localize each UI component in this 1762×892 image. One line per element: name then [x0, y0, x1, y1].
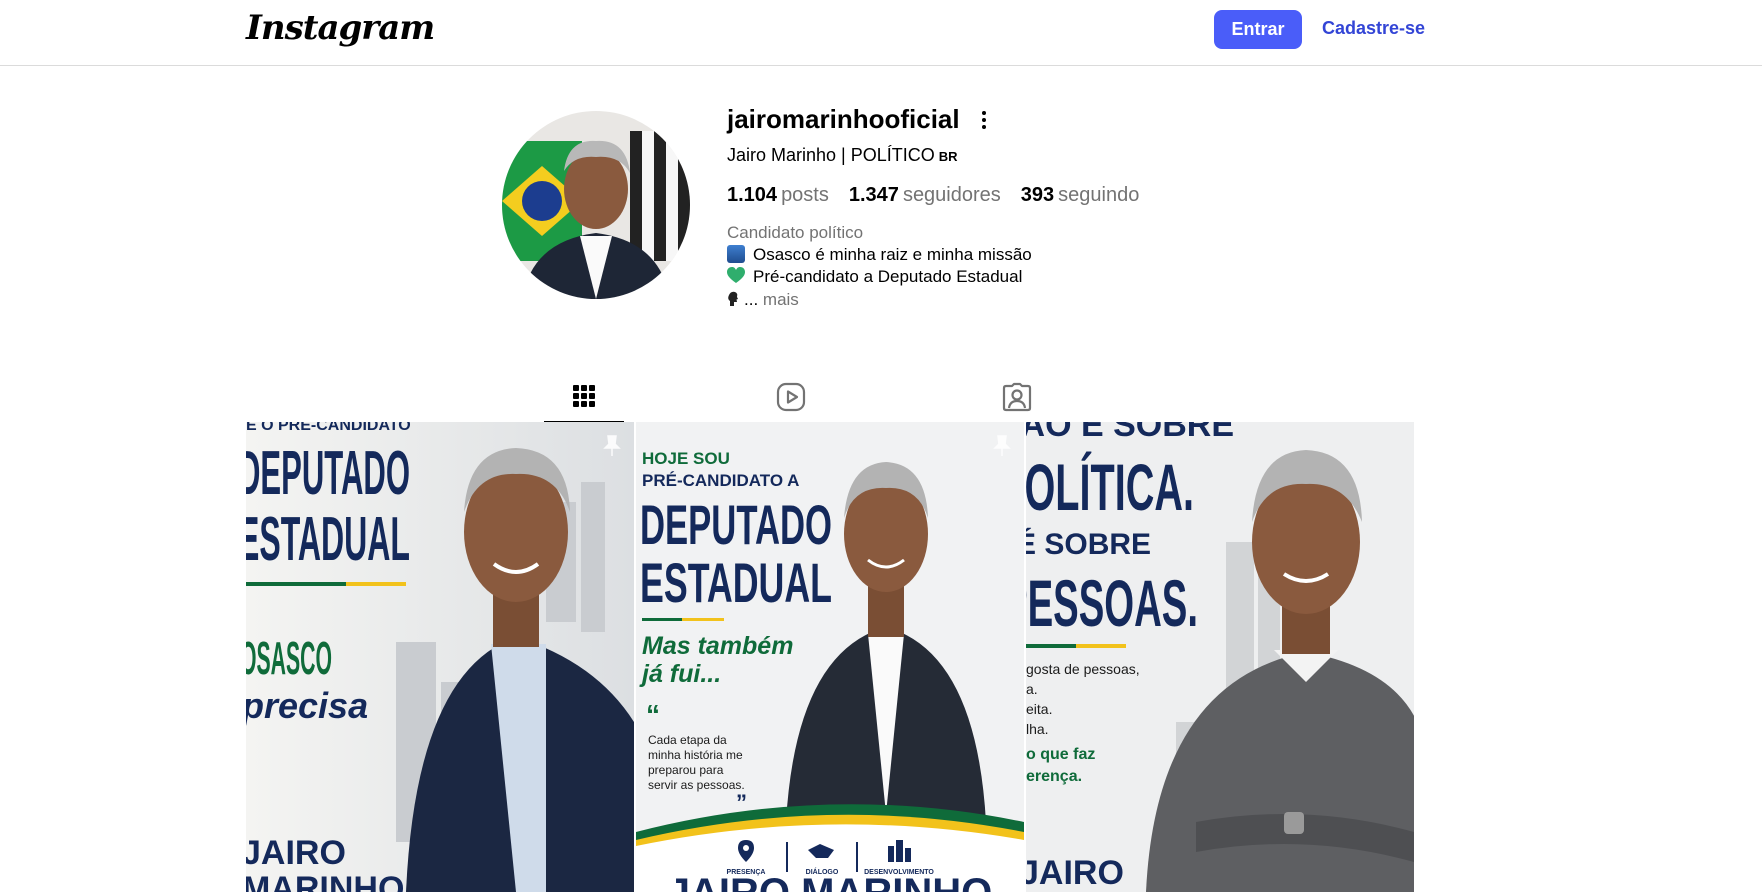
post-text: MARINHO [246, 870, 404, 892]
post-text: já fui... [639, 660, 721, 688]
post-text: ESTADUAL [246, 505, 410, 574]
post-text: servir as pessoas. [648, 778, 745, 792]
post-text: ESTADUAL [640, 551, 832, 614]
tagged-icon [1002, 382, 1032, 412]
bio-text: ... [744, 290, 759, 309]
bio-line: ... mais [727, 290, 799, 310]
instagram-logo[interactable]: Instagram [246, 8, 435, 48]
bio-text: Osasco é minha raiz e minha missão [753, 245, 1032, 264]
bio-text: Pré-candidato a Deputado Estadual [753, 267, 1023, 286]
bio-line: Osasco é minha raiz e minha missão [727, 245, 1032, 265]
post-text: É SOBRE [1026, 527, 1151, 561]
posts-count: 1.104 [727, 184, 778, 206]
post-text: OSASCO [246, 632, 332, 684]
post-text: HOJE SOU [642, 449, 730, 468]
posts-label: posts [781, 184, 829, 206]
post-text: lha. [1026, 721, 1049, 737]
reels-icon [776, 382, 806, 412]
post-text: DEPUTADO [640, 493, 832, 556]
followers-stat[interactable]: 1.347 seguidores [849, 184, 1001, 207]
tab-posts[interactable] [544, 371, 624, 423]
country-badge: BR [938, 149, 958, 164]
following-stat[interactable]: 393 seguindo [1021, 184, 1140, 207]
login-button[interactable]: Entrar [1214, 10, 1302, 49]
post-text: gosta de pessoas, [1026, 661, 1140, 677]
tab-reels[interactable] [751, 371, 831, 423]
signup-link[interactable]: Cadastre-se [1322, 18, 1425, 39]
post-text: JAIRO [246, 834, 346, 872]
post-text: o que faz [1026, 746, 1095, 763]
grid-icon [573, 385, 595, 407]
bio-line: Pré-candidato a Deputado Estadual [727, 267, 1022, 287]
post-text: precisa [246, 685, 368, 726]
post-text: minha história me [648, 748, 743, 762]
post-text: É O PRÉ-CANDIDATO [246, 422, 411, 434]
speaking-head-icon [728, 291, 738, 306]
quote-open-icon: “ [646, 699, 660, 730]
post-text: JAIRO [1026, 854, 1124, 892]
followers-label: seguidores [902, 184, 1001, 206]
post-text: PRÉ-CANDIDATO A [642, 471, 799, 490]
watch-icon [1284, 812, 1304, 834]
post-text: DEPUTADO [246, 439, 410, 508]
tab-tagged[interactable] [977, 371, 1057, 423]
profile-full-name: Jairo Marinho | POLÍTICO BR [727, 145, 958, 166]
post-text: preparou para [648, 763, 724, 777]
post-text: NÃO É SOBRE [1026, 422, 1234, 444]
profile-avatar[interactable] [502, 111, 690, 299]
bio-more-link[interactable]: mais [763, 290, 799, 309]
posts-stat: 1.104 posts [727, 184, 829, 207]
post-thumbnail[interactable]: HOJE SOU PRÉ-CANDIDATO A DEPUTADO ESTADU… [636, 422, 1024, 892]
post-thumbnail[interactable]: É O PRÉ-CANDIDATO DEPUTADO ESTADUAL OSAS… [246, 422, 634, 892]
post-thumbnail[interactable]: NÃO É SOBRE POLÍTICA. É SOBRE PESSOAS. g… [1026, 422, 1414, 892]
top-navigation: Instagram Entrar Cadastre-se [0, 0, 1762, 66]
profile-stats: 1.104 posts 1.347 seguidores 393 seguindo [727, 184, 1139, 207]
post-text: POLÍTICA. [1026, 450, 1194, 524]
post-text: PESSOAS. [1026, 566, 1198, 640]
cityscape-icon [727, 245, 745, 263]
post-text: Mas também [642, 632, 793, 660]
post-text: erença. [1026, 768, 1082, 785]
following-count: 393 [1020, 184, 1055, 206]
post-text: a. [1026, 681, 1038, 697]
followers-count: 1.347 [848, 184, 899, 206]
full-name-text: Jairo Marinho | POLÍTICO [727, 145, 935, 165]
following-label: seguindo [1058, 184, 1140, 206]
more-options-icon[interactable] [976, 108, 992, 132]
green-heart-icon [727, 267, 745, 283]
profile-category: Candidato político [727, 223, 864, 242]
post-text: JAIRO MARINHO [668, 871, 992, 892]
profile-username: jairomarinhooficial [727, 104, 960, 134]
post-text: eita. [1026, 701, 1052, 717]
post-text: Cada etapa da [648, 733, 727, 747]
profile-tabs [246, 370, 1416, 423]
